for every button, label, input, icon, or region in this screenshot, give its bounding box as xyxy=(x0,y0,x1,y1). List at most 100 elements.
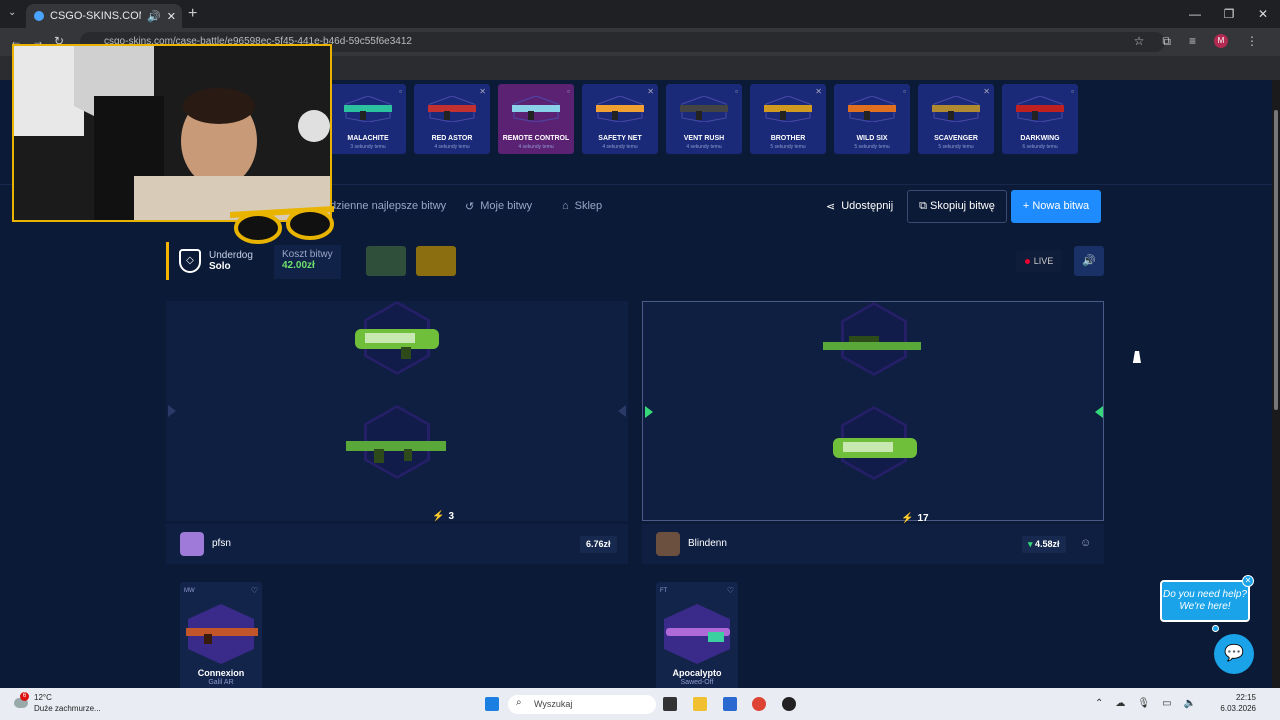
speaker-tray-icon[interactable]: 🔈 xyxy=(1184,698,1196,709)
bolt-icon: ⚡ xyxy=(901,513,914,524)
case-time: 4 sekundy temu xyxy=(602,144,638,150)
case-card[interactable]: ▫ VENT RUSH 4 sekundy temu xyxy=(666,84,742,154)
app-icon[interactable] xyxy=(782,697,796,711)
task-view-icon[interactable] xyxy=(663,697,677,711)
basket-icon: ⌂ xyxy=(562,200,569,212)
scroll-thumb[interactable] xyxy=(1274,110,1278,410)
battle-toolbar: dzienne najlepsze bitwy ↺ Moje bitwy ⌂ Skl… xyxy=(330,190,1110,230)
case-card[interactable]: ▫ DARKWING 6 sekundy temu xyxy=(1002,84,1078,154)
media-control-icon[interactable]: ≡ xyxy=(1189,34,1196,49)
share-icon: ⋖ xyxy=(826,201,836,213)
tab-audio-icon[interactable]: 🔊 xyxy=(147,10,161,23)
condition-label: MW xyxy=(184,588,195,594)
remove-icon[interactable]: ✕ xyxy=(815,87,822,96)
clock-date: 6.03.2026 xyxy=(1220,704,1256,713)
player-name[interactable]: pfsn xyxy=(212,538,231,549)
case-name: BROTHER xyxy=(770,135,806,142)
case-card[interactable]: ▫ WILD SIX 5 sekundy temu xyxy=(834,84,910,154)
favorite-shield-icon[interactable]: ♡ xyxy=(727,586,734,595)
case-name: MALACHITE xyxy=(347,135,389,142)
case-card[interactable]: ✕ SAFETY NET 4 sekundy temu xyxy=(582,84,658,154)
help-line2: We're here! xyxy=(1179,601,1231,612)
drop-item-card[interactable]: FT ♡ Apocalypto Sawed-Off xyxy=(656,582,738,688)
sound-toggle-button[interactable]: 🔊 xyxy=(1074,246,1104,276)
case-name: DARKWING xyxy=(1020,135,1060,142)
battle-mode: ◇ Underdog Solo xyxy=(166,242,253,280)
menu-kebab-icon[interactable]: ⋮ xyxy=(1246,34,1258,49)
bookmark-star-icon[interactable]: ☆ xyxy=(1134,34,1145,49)
system-tray: ⌃ ☁ 🎙 ▭ 🔈 xyxy=(1095,698,1196,709)
remove-icon[interactable]: ▫ xyxy=(567,87,570,96)
profile-avatar[interactable]: M xyxy=(1214,34,1228,48)
minimize-icon[interactable]: — xyxy=(1178,0,1212,28)
player-value: 6.76zł xyxy=(580,536,617,553)
battle-info-bar: ◇ Underdog Solo Koszt bitwy 42.00zł LIVE … xyxy=(166,242,1106,282)
underdog-shield-icon: ◇ xyxy=(179,249,201,273)
microphone-icon[interactable]: 🎙 xyxy=(1137,698,1150,709)
remove-icon[interactable]: ▫ xyxy=(903,87,906,96)
case-name: SCAVENGER xyxy=(934,135,978,142)
remove-icon[interactable]: ✕ xyxy=(479,87,486,96)
close-window-icon[interactable]: ✕ xyxy=(1246,0,1280,28)
weapon-skin-icon xyxy=(344,96,392,122)
weapon-skin-icon xyxy=(680,96,728,122)
remove-icon[interactable]: ▫ xyxy=(735,87,738,96)
mode-sub: Solo xyxy=(209,261,231,272)
file-explorer-icon[interactable] xyxy=(693,697,707,711)
cloud-sync-icon[interactable]: ☁ xyxy=(1115,698,1125,709)
player-name[interactable]: Blindenn xyxy=(688,538,727,549)
store-icon[interactable] xyxy=(723,697,737,711)
new-label: Nowa bitwa xyxy=(1032,200,1090,212)
remove-icon[interactable]: ▫ xyxy=(399,87,402,96)
help-close-icon[interactable]: ✕ xyxy=(1242,575,1254,587)
chat-button[interactable]: 💬 xyxy=(1214,634,1254,674)
page-scrollbar[interactable] xyxy=(1272,80,1280,688)
tab-search-icon[interactable]: ⌄ xyxy=(8,7,16,18)
case-card[interactable]: ✕ BROTHER 5 sekundy temu xyxy=(750,84,826,154)
cost-value: 42.00zł xyxy=(282,260,315,271)
display-icon[interactable]: ▭ xyxy=(1162,698,1171,709)
avatar[interactable] xyxy=(180,532,204,556)
tab-close-icon[interactable]: ✕ xyxy=(167,10,176,23)
case-name: REMOTE CONTROL xyxy=(502,135,570,142)
awp-skin-icon xyxy=(823,336,921,350)
chrome-icon[interactable] xyxy=(752,697,766,711)
emoji-icon[interactable]: ☺ xyxy=(1080,537,1091,549)
new-battle-button[interactable]: + Nowa bitwa xyxy=(1011,190,1101,223)
browser-tab-strip: ⌄ CSGO-SKINS.COM - Najlep 🔊 ✕ + — ❐ ✕ xyxy=(0,0,1280,28)
weather-temp: 12°C xyxy=(34,693,52,702)
case-time: 3 sekundy temu xyxy=(350,144,386,150)
live-dot-icon xyxy=(1024,259,1030,264)
browser-tab-active[interactable]: CSGO-SKINS.COM - Najlep 🔊 ✕ xyxy=(26,4,182,28)
player-bar: pfsn 6.76zł xyxy=(166,524,628,564)
case-card[interactable]: ▫ MALACHITE 3 sekundy temu xyxy=(330,84,406,154)
m4-skin-icon xyxy=(346,441,446,463)
shop-link[interactable]: ⌂ Sklep xyxy=(562,200,602,212)
remove-icon[interactable]: ✕ xyxy=(983,87,990,96)
remove-icon[interactable]: ▫ xyxy=(1071,87,1074,96)
case-card[interactable]: ✕ RED ASTOR 4 sekundy temu xyxy=(414,84,490,154)
favorite-shield-icon[interactable]: ♡ xyxy=(251,586,258,595)
drop-item-card[interactable]: MW ♡ Connexion Galil AR xyxy=(180,582,262,688)
new-tab-icon[interactable]: + xyxy=(188,5,197,23)
daily-best-link[interactable]: dzienne najlepsze bitwy xyxy=(330,200,446,212)
case-card[interactable]: ✕ SCAVENGER 5 sekundy temu xyxy=(918,84,994,154)
help-bubble[interactable]: ✕ Do you need help? We're here! xyxy=(1160,575,1254,622)
weapon-skin-icon xyxy=(596,96,644,122)
case-card[interactable]: ▫ REMOTE CONTROL 4 sekundy temu xyxy=(498,84,574,154)
copy-battle-button[interactable]: ⧉ Skopiuj bitwę xyxy=(907,190,1007,223)
taskbar-search[interactable]: Wyszukaj xyxy=(508,695,656,714)
extensions-icon[interactable]: ⧉ xyxy=(1162,34,1171,49)
system-clock[interactable]: 22:15 6.03.2026 xyxy=(1220,692,1256,714)
chevron-up-icon[interactable]: ⌃ xyxy=(1095,698,1103,709)
remove-icon[interactable]: ✕ xyxy=(647,87,654,96)
windows-start-icon[interactable] xyxy=(485,697,499,711)
avatar[interactable] xyxy=(656,532,680,556)
webcam-overlay xyxy=(12,44,332,222)
share-button[interactable]: ⋖ Udostępnij xyxy=(826,200,893,213)
help-line1: Do you need help? xyxy=(1163,589,1247,600)
mode-title: Underdog xyxy=(209,250,253,261)
restore-icon[interactable]: ❐ xyxy=(1212,0,1246,28)
my-battles-link[interactable]: ↺ Moje bitwy xyxy=(465,200,532,213)
weather-desc: Duże zachmurze... xyxy=(34,704,101,713)
